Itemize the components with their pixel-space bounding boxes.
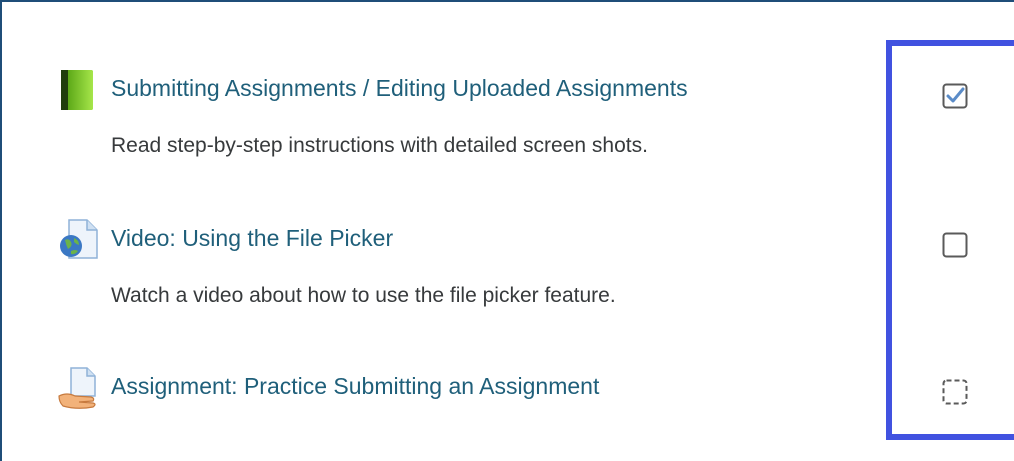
assignment-hand-icon [57, 366, 101, 410]
course-section: Submitting Assignments / Editing Uploade… [0, 0, 1014, 461]
activity-link[interactable]: Submitting Assignments / Editing Uploade… [111, 68, 688, 108]
url-globe-icon [57, 218, 101, 262]
activity-title-line: Assignment: Practice Submitting an Assig… [57, 366, 877, 409]
activity-item: Video: Using the File Picker Watch a vid… [57, 218, 877, 307]
activity-title-line: Submitting Assignments / Editing Uploade… [57, 68, 877, 110]
completion-checkbox-checked[interactable] [942, 83, 968, 109]
completion-checkbox-automatic[interactable] [942, 379, 968, 405]
activity-description: Watch a video about how to use the file … [111, 284, 616, 307]
activity-title-line: Video: Using the File Picker [57, 218, 877, 259]
completion-highlight-panel [886, 40, 1014, 440]
activity-link[interactable]: Video: Using the File Picker [111, 218, 393, 258]
completion-checkbox-unchecked[interactable] [942, 232, 968, 258]
activity-item: Submitting Assignments / Editing Uploade… [57, 68, 877, 157]
activity-link[interactable]: Assignment: Practice Submitting an Assig… [111, 366, 599, 406]
book-icon [57, 68, 101, 112]
activity-description: Read step-by-step instructions with deta… [111, 134, 648, 157]
activity-item: Assignment: Practice Submitting an Assig… [57, 366, 877, 409]
